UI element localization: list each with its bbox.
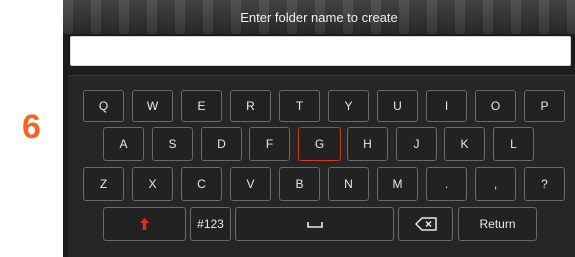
folder-name-prompt: Enter folder name to create bbox=[240, 10, 398, 25]
key-p[interactable]: P bbox=[524, 90, 565, 122]
key-h[interactable]: H bbox=[347, 127, 388, 161]
key-period[interactable]: . bbox=[426, 167, 467, 201]
key-u[interactable]: U bbox=[377, 90, 418, 122]
key-w[interactable]: W bbox=[132, 90, 173, 122]
device-screen: Enter folder name to create Q W E R T Y … bbox=[63, 0, 575, 257]
key-n[interactable]: N bbox=[328, 167, 369, 201]
key-c[interactable]: C bbox=[181, 167, 222, 201]
numbers-key[interactable]: #123 bbox=[190, 207, 231, 241]
key-j[interactable]: J bbox=[396, 127, 437, 161]
space-bar-icon bbox=[306, 221, 323, 228]
key-x[interactable]: X bbox=[132, 167, 173, 201]
step-number: 6 bbox=[22, 108, 41, 146]
key-s[interactable]: S bbox=[152, 127, 193, 161]
key-e[interactable]: E bbox=[181, 90, 222, 122]
folder-name-input[interactable] bbox=[70, 36, 571, 66]
backspace-icon bbox=[414, 217, 437, 231]
key-l[interactable]: L bbox=[493, 127, 534, 161]
key-m[interactable]: M bbox=[377, 167, 418, 201]
key-k[interactable]: K bbox=[444, 127, 485, 161]
return-key[interactable]: Return bbox=[458, 207, 537, 241]
key-d[interactable]: D bbox=[201, 127, 242, 161]
key-z[interactable]: Z bbox=[83, 167, 124, 201]
key-f[interactable]: F bbox=[249, 127, 290, 161]
key-t[interactable]: T bbox=[279, 90, 320, 122]
shift-arrow-icon bbox=[140, 218, 149, 230]
key-r[interactable]: R bbox=[230, 90, 271, 122]
key-question-mark[interactable]: ? bbox=[524, 167, 565, 201]
shift-key[interactable] bbox=[103, 207, 186, 241]
key-comma[interactable]: , bbox=[475, 167, 516, 201]
on-screen-keyboard: Q W E R T Y U I O P A S D F G H J K L Z … bbox=[68, 75, 575, 257]
key-q[interactable]: Q bbox=[83, 90, 124, 122]
key-y[interactable]: Y bbox=[328, 90, 369, 122]
key-o[interactable]: O bbox=[475, 90, 516, 122]
key-i[interactable]: I bbox=[426, 90, 467, 122]
space-key[interactable] bbox=[235, 207, 394, 241]
backspace-key[interactable] bbox=[398, 207, 453, 241]
key-v[interactable]: V bbox=[230, 167, 271, 201]
key-g-selected[interactable]: G bbox=[298, 127, 341, 161]
key-b[interactable]: B bbox=[279, 167, 320, 201]
key-a[interactable]: A bbox=[103, 127, 144, 161]
